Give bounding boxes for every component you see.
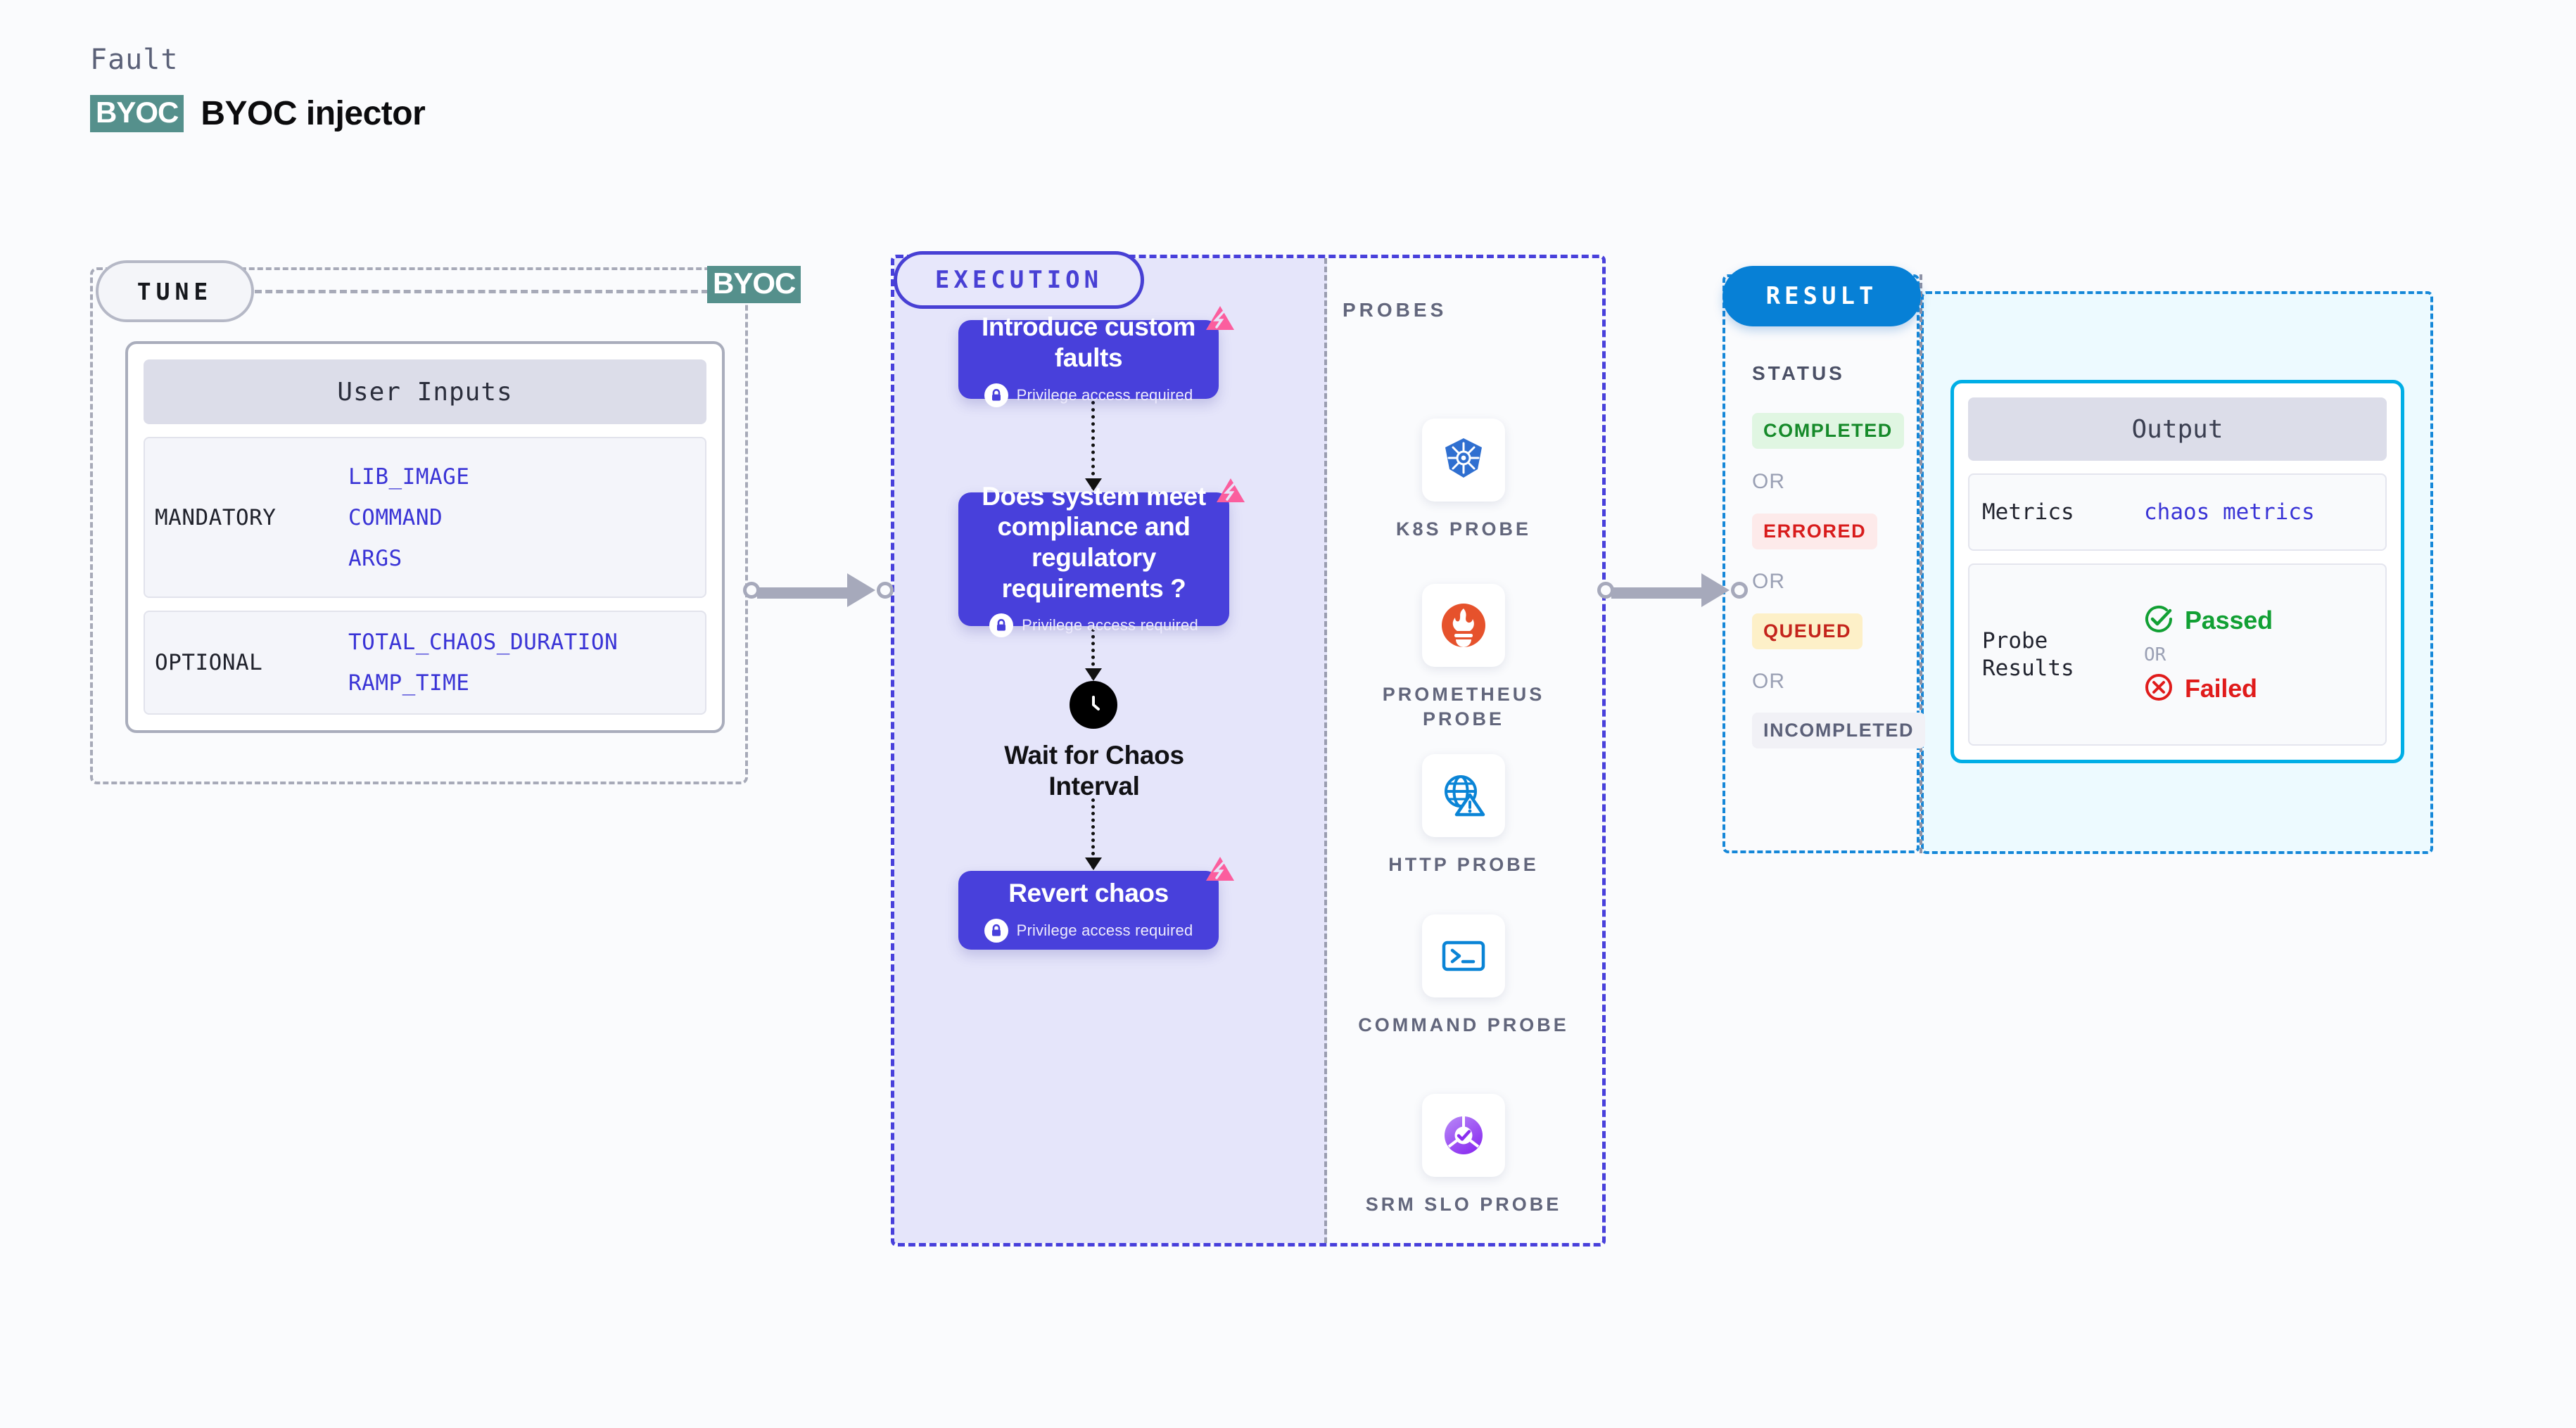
status-badge-completed: COMPLETED [1752,413,1904,449]
probe-item-prometheus[interactable]: PROMETHEUS PROBE [1351,584,1576,731]
kubernetes-icon [1422,419,1505,502]
metrics-key: Metrics [1982,499,2074,525]
title-row: BYOC BYOC injector [90,94,426,133]
probe-label: HTTP PROBE [1388,854,1539,875]
status-badge-queued: QUEUED [1752,613,1863,649]
probe-label: SRM SLO PROBE [1365,1194,1562,1215]
probe-item-command[interactable]: COMMAND PROBE [1351,914,1576,1038]
probe-label: PROMETHEUS PROBE [1382,684,1545,729]
output-row-metrics: Metrics chaos metrics [1968,473,2387,551]
privilege-text: Privilege access required [1016,921,1193,939]
mandatory-params-block: MANDATORY LIB_IMAGE COMMAND ARGS [144,437,706,598]
user-inputs-card: User Inputs MANDATORY LIB_IMAGE COMMAND … [125,341,725,733]
param-lib-image[interactable]: LIB_IMAGE [348,464,469,490]
probes-section-label: PROBES [1343,299,1447,321]
chaos-fault-tag-icon [1215,477,1246,511]
eyebrow-label: Fault [90,44,179,76]
status-or-2: OR [1752,570,1785,593]
http-globe-alert-icon [1422,754,1505,837]
status-badge-incompleted: INCOMPLETED [1752,713,1926,748]
status-label: STATUS [1752,362,1845,384]
optional-label: OPTIONAL [155,650,263,675]
verdict-or: OR [2144,644,2166,665]
clock-icon [1070,681,1117,729]
param-total-chaos-duration[interactable]: TOTAL_CHAOS_DURATION [348,630,618,655]
probe-label: K8S PROBE [1395,518,1532,540]
page-header: Fault BYOC BYOC injector [90,44,426,133]
connector-end-dot [877,582,894,599]
param-args[interactable]: ARGS [348,546,469,571]
param-command[interactable]: COMMAND [348,505,469,530]
user-inputs-header: User Inputs [144,359,706,424]
probes-column-divider [1324,258,1327,1243]
mandatory-label: MANDATORY [155,504,277,530]
connector-arrowhead [847,573,875,607]
probe-results-values: Passed OR Failed [2144,604,2273,706]
verdict-passed: Passed [2144,604,2273,637]
wait-step-label: Wait for Chaos Interval [1004,741,1184,801]
verdict-failed: Failed [2144,672,2273,706]
flow-node-compliance-check[interactable]: Does system meet compliance and regulato… [958,478,1245,638]
node-title: Revert chaos [1008,879,1169,908]
prometheus-icon [1422,584,1505,667]
chaos-fault-tag-icon [1205,855,1236,890]
flow-arrow-1 [1085,401,1102,491]
privilege-text: Privilege access required [1022,616,1198,635]
privilege-row: Privilege access required [984,383,1193,407]
connector-shaft [757,587,849,599]
verdict-failed-text: Failed [2185,674,2257,703]
status-badge-errored: ERRORED [1752,514,1878,549]
probe-label: COMMAND PROBE [1358,1014,1569,1035]
privilege-row: Privilege access required [984,918,1193,943]
tune-boundary-top-line [255,290,709,293]
output-header: Output [1968,397,2387,461]
mandatory-values: LIB_IMAGE COMMAND ARGS [348,464,469,571]
result-section-pill[interactable]: RESULT [1722,266,1921,326]
param-ramp-time[interactable]: RAMP_TIME [348,670,618,696]
connector-execution-to-result [1597,573,1752,607]
result-section-boundary [1722,274,1920,853]
result-status-divider [1920,274,1922,853]
status-or-1: OR [1752,470,1785,493]
lock-icon [984,383,1008,407]
flow-arrow-3 [1085,798,1102,870]
connector-shaft [1611,587,1703,599]
flow-node-introduce-custom-faults[interactable]: Introduce custom faults Privilege access… [958,306,1234,407]
page-title: BYOC injector [201,95,426,132]
privilege-row: Privilege access required [989,613,1198,638]
byoc-edge-tag: BYOC [707,266,801,303]
byoc-logo-badge: BYOC [90,95,184,132]
connector-arrowhead [1701,573,1730,607]
optional-values: TOTAL_CHAOS_DURATION RAMP_TIME [348,630,618,696]
lock-icon [989,613,1014,638]
output-card: Output Metrics chaos metrics Probe Resul… [1950,380,2404,763]
probe-item-http[interactable]: HTTP PROBE [1351,754,1576,877]
node-title: Introduce custom faults [981,312,1196,372]
execution-section-pill[interactable]: EXECUTION [894,251,1144,309]
optional-params-block: OPTIONAL TOTAL_CHAOS_DURATION RAMP_TIME [144,611,706,715]
verdict-passed-text: Passed [2185,606,2273,635]
metrics-value-link[interactable]: chaos metrics [2144,499,2315,525]
probe-item-k8s[interactable]: K8S PROBE [1351,419,1576,542]
srm-slo-icon [1422,1094,1505,1177]
privilege-text: Privilege access required [1016,385,1193,404]
probe-results-key: Probe Results [1982,627,2074,681]
check-circle-icon [2144,604,2174,637]
flow-node-revert-chaos[interactable]: Revert chaos Privilege access required [958,857,1234,950]
tune-section-pill[interactable]: TUNE [96,260,254,322]
probe-item-srm-slo[interactable]: SRM SLO PROBE [1351,1094,1576,1217]
lock-icon [984,918,1008,943]
node-title: Does system meet compliance and regulato… [982,481,1206,603]
status-or-3: OR [1752,670,1785,693]
connector-tune-to-execution [743,573,898,607]
x-circle-icon [2144,672,2174,706]
chaos-fault-tag-icon [1205,305,1236,339]
terminal-icon [1422,914,1505,997]
output-row-probe-results: Probe Results Passed OR Failed [1968,563,2387,746]
connector-end-dot [1731,582,1748,599]
